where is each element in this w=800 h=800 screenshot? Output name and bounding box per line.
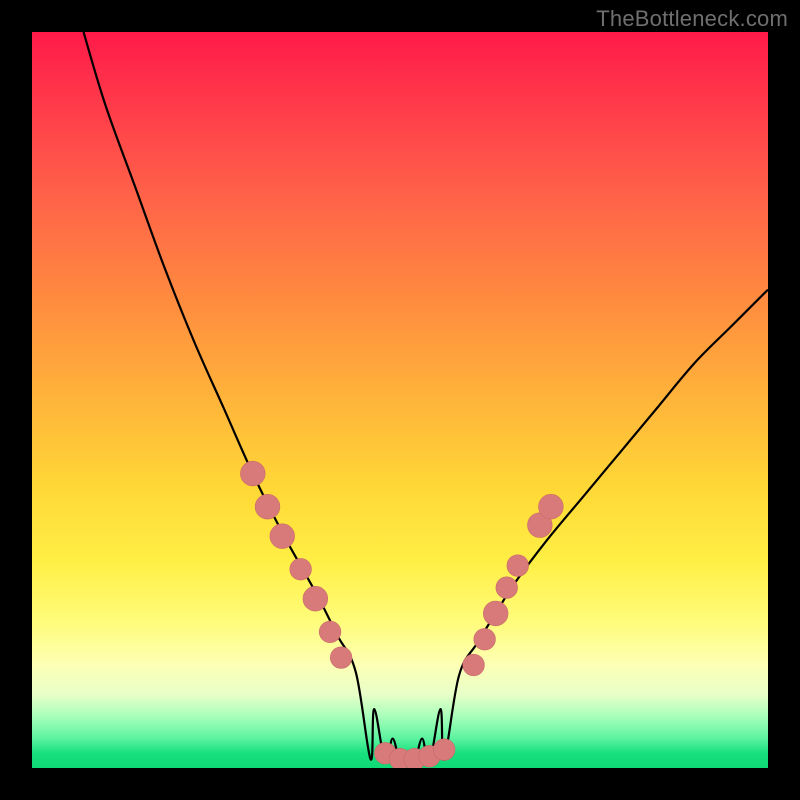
curve-marker bbox=[240, 461, 265, 486]
curve-marker bbox=[303, 586, 328, 611]
curve-svg bbox=[32, 32, 768, 768]
curve-marker bbox=[539, 494, 564, 519]
chart-frame: TheBottleneck.com bbox=[0, 0, 800, 800]
curve-marker bbox=[474, 628, 496, 650]
curve-marker bbox=[433, 739, 455, 761]
bottleneck-curve bbox=[84, 32, 768, 764]
curve-marker bbox=[483, 601, 508, 626]
curve-marker bbox=[496, 577, 518, 599]
curve-marker bbox=[330, 647, 352, 669]
curve-marker bbox=[319, 621, 341, 643]
curve-marker bbox=[290, 558, 312, 580]
curve-marker bbox=[255, 494, 280, 519]
marker-group bbox=[240, 461, 563, 768]
curve-marker bbox=[463, 654, 485, 676]
watermark-text: TheBottleneck.com bbox=[596, 6, 788, 32]
curve-marker bbox=[270, 524, 295, 549]
plot-area bbox=[32, 32, 768, 768]
curve-marker bbox=[507, 555, 529, 577]
